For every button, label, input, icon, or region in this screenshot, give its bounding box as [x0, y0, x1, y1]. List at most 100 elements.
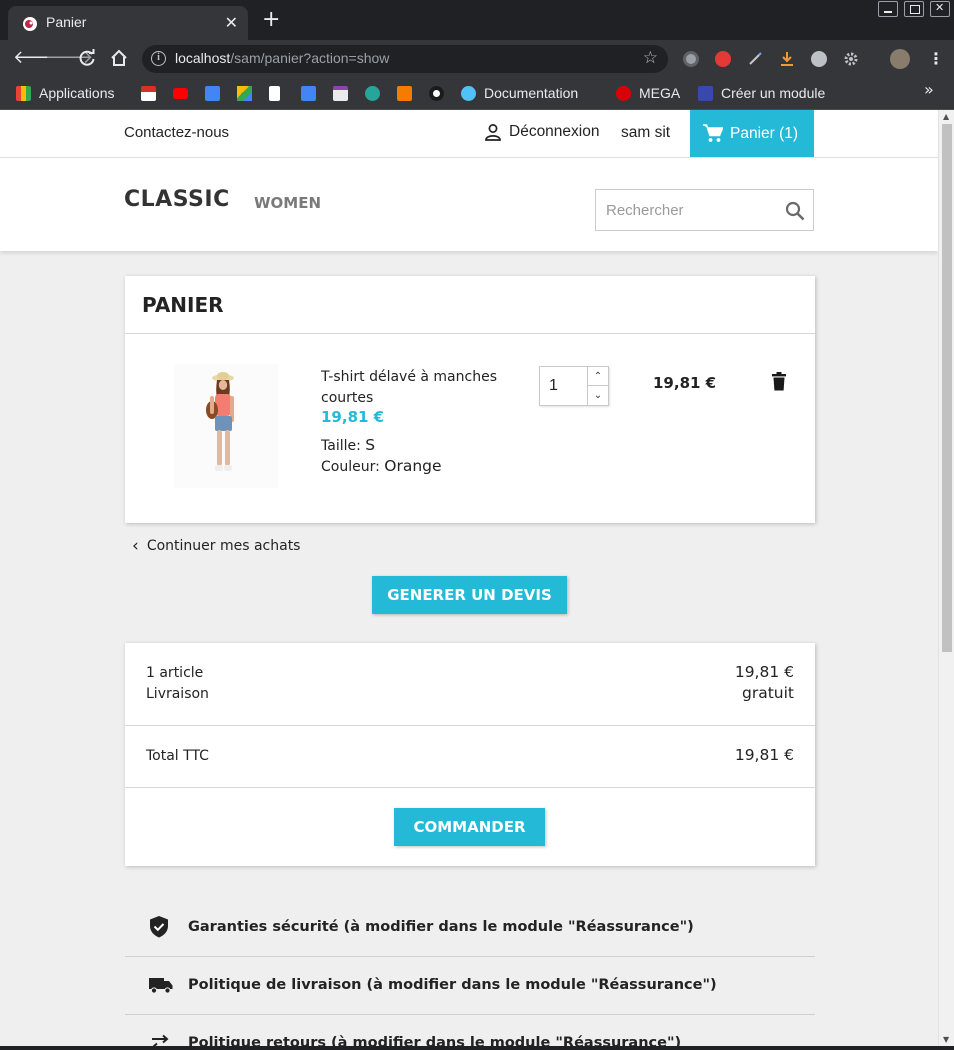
- total-label: Total TTC: [146, 748, 209, 764]
- bookmark-star-icon[interactable]: ☆: [643, 48, 658, 68]
- extension-gauge-icon[interactable]: [811, 51, 827, 67]
- bookmark-creer-module-label: Créer un module: [721, 85, 826, 101]
- youtube-icon: [173, 87, 188, 99]
- window-close-button[interactable]: [930, 1, 950, 17]
- bookmark-calendar[interactable]: [333, 83, 348, 103]
- search-icon[interactable]: [785, 201, 805, 221]
- product-name-link[interactable]: T-shirt délavé à manches courtes: [321, 367, 511, 409]
- shipping-value: gratuit: [742, 684, 794, 702]
- browser-tab[interactable]: Panier ✕: [8, 6, 248, 40]
- extension-opera-icon[interactable]: [715, 51, 731, 67]
- bookmark-check[interactable]: [365, 83, 380, 103]
- continue-shopping-link[interactable]: ‹ Continuer mes achats: [132, 536, 300, 556]
- bookmark-gmail[interactable]: [141, 83, 156, 103]
- reassurance-delivery-label: Politique de livraison (à modifier dans …: [188, 977, 717, 993]
- product-color: Couleur: Orange: [321, 457, 442, 475]
- quantity-increase-icon[interactable]: ⌃: [587, 367, 608, 386]
- scroll-up-icon[interactable]: ▲: [943, 112, 949, 121]
- drive-icon: [237, 85, 252, 101]
- reassurance-security-label: Garanties sécurité (à modifier dans le m…: [188, 919, 694, 935]
- bookmark-youtube[interactable]: [173, 83, 188, 103]
- search-input[interactable]: [596, 190, 776, 230]
- bookmark-mega[interactable]: MEGA: [616, 83, 680, 103]
- logout-label: Déconnexion: [509, 123, 600, 140]
- swap-arrows-icon: [152, 1034, 169, 1046]
- product-unit-price: 19,81 €: [321, 408, 385, 426]
- extension-gear-icon[interactable]: [843, 51, 859, 67]
- bookmark-circle[interactable]: [429, 83, 444, 103]
- extension-pen-icon[interactable]: [747, 51, 763, 67]
- scrollbar-thumb[interactable]: [942, 124, 952, 652]
- bookmark-creer-module[interactable]: Créer un module: [698, 83, 825, 103]
- url-host: localhost: [175, 50, 231, 66]
- quantity-input[interactable]: [540, 367, 586, 405]
- bookmarks-bar: Applications Documentation MEGA Créer un…: [0, 78, 954, 110]
- bookmark-applications[interactable]: Applications: [16, 83, 115, 103]
- bookmark-documentation[interactable]: Documentation: [461, 83, 578, 103]
- window-bottom-edge: [0, 1046, 954, 1050]
- check-icon: [365, 85, 380, 101]
- url-path: /sam/panier?action=show: [230, 50, 390, 66]
- documentation-icon: [461, 85, 476, 101]
- profile-avatar[interactable]: [890, 49, 910, 69]
- bookmark-documentation-label: Documentation: [484, 85, 579, 101]
- home-icon[interactable]: [110, 49, 128, 67]
- cart-card: PANIER T-shirt délavé à manches courtes …: [125, 276, 815, 523]
- generate-quote-button[interactable]: GENERER UN DEVIS: [372, 576, 567, 614]
- contact-link[interactable]: Contactez-nous: [124, 124, 229, 141]
- cart-title: PANIER: [142, 293, 224, 317]
- calendar-icon: [333, 85, 348, 101]
- shop-logo[interactable]: CLASSIC: [124, 187, 230, 212]
- site-header: CLASSIC WOMEN: [0, 158, 938, 251]
- bookmark-translate[interactable]: [205, 83, 220, 103]
- new-tab-button[interactable]: +: [262, 9, 280, 31]
- circle-icon: [429, 85, 444, 101]
- menu-item-women[interactable]: WOMEN: [254, 194, 321, 212]
- download-icon[interactable]: [779, 51, 795, 67]
- prestashop-favicon-icon: [23, 17, 37, 31]
- shipping-label: Livraison: [146, 686, 209, 702]
- checkout-button[interactable]: COMMANDER: [394, 808, 545, 846]
- scroll-down-icon[interactable]: ▼: [943, 1035, 949, 1044]
- chevron-left-icon: ‹: [132, 536, 139, 556]
- bookmark-translate-2[interactable]: [301, 83, 316, 103]
- reassurance-item-security: Garanties sécurité (à modifier dans le m…: [125, 898, 815, 956]
- cart-button[interactable]: Panier (1): [690, 110, 814, 157]
- reload-icon[interactable]: [78, 49, 96, 67]
- bookmark-tool[interactable]: [397, 83, 412, 103]
- browser-menu-icon[interactable]: ⋮: [928, 49, 944, 68]
- page-scrollbar[interactable]: ▲ ▼: [938, 110, 954, 1046]
- page-icon: [269, 85, 280, 101]
- site-info-icon[interactable]: i: [151, 51, 166, 66]
- module-icon: [698, 85, 713, 101]
- summary-divider: [125, 787, 815, 788]
- quantity-decrease-icon[interactable]: ⌄: [587, 386, 608, 405]
- apps-grid-icon: [16, 85, 31, 101]
- logout-link[interactable]: Déconnexion: [484, 123, 599, 141]
- truck-icon: [149, 978, 173, 994]
- reassurance-item-delivery: Politique de livraison (à modifier dans …: [125, 956, 815, 1014]
- extension-circle-icon[interactable]: [683, 51, 699, 67]
- reassurance-returns-label: Politique retours (à modifier dans le mo…: [188, 1035, 682, 1046]
- size-label: Taille:: [321, 438, 361, 454]
- bookmark-page[interactable]: [269, 83, 280, 103]
- tool-icon: [397, 85, 412, 101]
- reassurance-item-returns: Politique retours (à modifier dans le mo…: [125, 1014, 815, 1046]
- quantity-stepper: ⌃ ⌄: [539, 366, 609, 406]
- cart-summary-card: 1 article 19,81 € Livraison gratuit Tota…: [125, 643, 815, 866]
- bookmarks-overflow-icon[interactable]: »: [924, 80, 934, 99]
- product-image[interactable]: [174, 364, 278, 488]
- account-name-link[interactable]: sam sit: [621, 124, 670, 142]
- bookmark-drive[interactable]: [237, 83, 252, 103]
- window-maximize-button[interactable]: [904, 1, 924, 17]
- gmail-icon: [141, 85, 156, 101]
- bookmark-applications-label: Applications: [39, 85, 115, 101]
- delete-trash-icon[interactable]: [771, 372, 787, 391]
- window-minimize-button[interactable]: [878, 1, 898, 17]
- shield-check-icon: [150, 916, 168, 938]
- address-bar[interactable]: i localhost/sam/panier?action=show ☆: [142, 45, 668, 73]
- page-viewport: Contactez-nous Déconnexion sam sit Panie…: [0, 110, 938, 1046]
- tab-close-icon[interactable]: ✕: [225, 13, 238, 32]
- translate-icon: [205, 85, 220, 101]
- browser-tabstrip: Panier ✕ +: [0, 0, 954, 40]
